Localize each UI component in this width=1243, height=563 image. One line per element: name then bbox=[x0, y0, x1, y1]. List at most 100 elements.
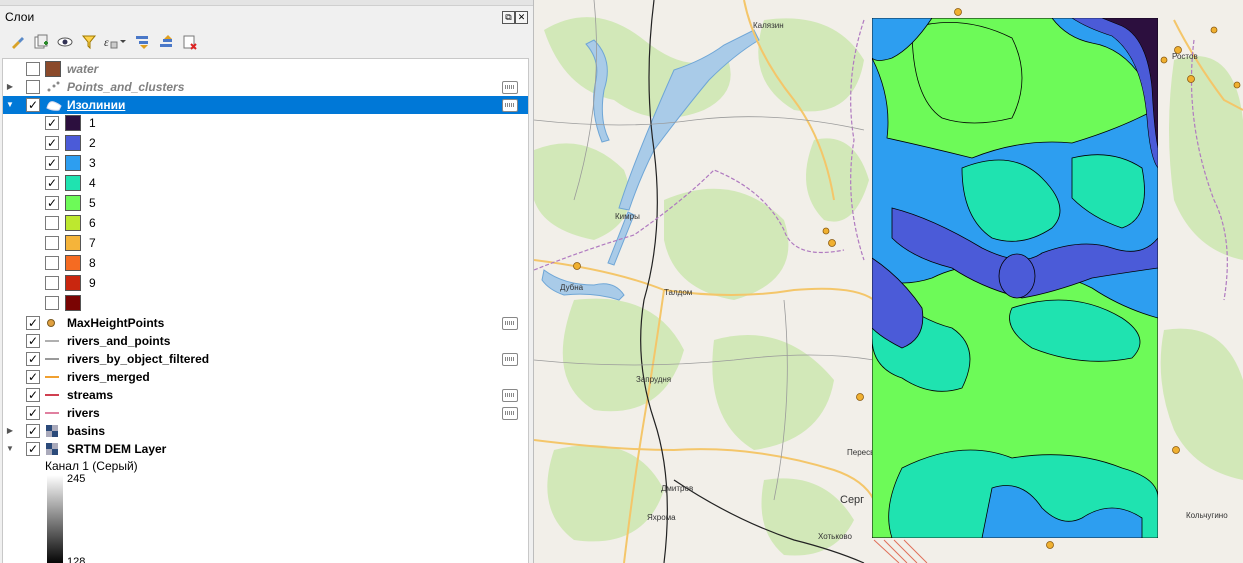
memory-layer-icon[interactable] bbox=[502, 353, 518, 366]
class-checkbox[interactable] bbox=[45, 116, 59, 130]
isoline-class-row[interactable]: 8 bbox=[3, 254, 528, 272]
class-label: 2 bbox=[89, 136, 96, 150]
memory-layer-icon[interactable] bbox=[502, 81, 518, 94]
layer-row-srtm-dem[interactable]: ▼ SRTM DEM Layer bbox=[3, 440, 528, 458]
layer-checkbox[interactable] bbox=[26, 62, 40, 76]
map-label-khotkovo: Хотьково bbox=[818, 532, 852, 541]
layers-panel: Слои ⧉ ✕ ε water ▶ Points_and_clusters ▼… bbox=[0, 0, 534, 563]
isoline-class-row[interactable]: 9 bbox=[3, 274, 528, 292]
map-label-kolchugino: Кольчугино bbox=[1186, 511, 1228, 520]
layer-name: rivers_and_points bbox=[67, 334, 171, 348]
layer-checkbox[interactable] bbox=[26, 316, 40, 330]
class-checkbox[interactable] bbox=[45, 136, 59, 150]
class-label: 4 bbox=[89, 176, 96, 190]
expression-filter-icon[interactable]: ε bbox=[102, 32, 128, 53]
isoline-class-row[interactable]: 5 bbox=[3, 194, 528, 212]
class-checkbox[interactable] bbox=[45, 176, 59, 190]
memory-layer-icon[interactable] bbox=[502, 389, 518, 402]
isoline-class-row[interactable]: 7 bbox=[3, 234, 528, 252]
class-color-swatch bbox=[65, 115, 81, 131]
layer-row-basins[interactable]: ▶ basins bbox=[3, 422, 528, 440]
point-cluster-icon bbox=[47, 81, 60, 92]
map-label-peresvet: Пересв bbox=[847, 448, 875, 457]
layer-checkbox[interactable] bbox=[26, 442, 40, 456]
layer-row-points-and-clusters[interactable]: ▶ Points_and_clusters bbox=[3, 78, 528, 96]
layer-name: water bbox=[67, 62, 99, 76]
layers-toolbar: ε bbox=[6, 31, 200, 53]
grayscale-ramp bbox=[47, 475, 63, 563]
layer-name: Изолинии bbox=[67, 98, 126, 112]
class-label: 5 bbox=[89, 196, 96, 210]
layer-name: rivers_merged bbox=[67, 370, 150, 384]
memory-layer-icon[interactable] bbox=[502, 99, 518, 112]
layer-name: basins bbox=[67, 424, 106, 438]
layer-row-rivers-merged[interactable]: rivers_merged bbox=[3, 368, 528, 386]
add-group-icon[interactable] bbox=[30, 32, 51, 53]
class-checkbox[interactable] bbox=[45, 236, 59, 250]
class-color-swatch bbox=[65, 155, 81, 171]
collapse-all-icon[interactable] bbox=[155, 32, 176, 53]
layer-name: rivers bbox=[67, 406, 100, 420]
class-label: 3 bbox=[89, 156, 96, 170]
layer-row-maxheightpoints[interactable]: MaxHeightPoints bbox=[3, 314, 528, 332]
class-checkbox[interactable] bbox=[45, 216, 59, 230]
panel-top-strip bbox=[0, 0, 533, 6]
expand-arrow-icon[interactable]: ▶ bbox=[5, 422, 15, 440]
close-panel-button[interactable]: ✕ bbox=[515, 11, 528, 24]
layer-checkbox[interactable] bbox=[26, 80, 40, 94]
class-checkbox[interactable] bbox=[45, 296, 59, 310]
layer-checkbox[interactable] bbox=[26, 334, 40, 348]
isoline-class-row[interactable] bbox=[3, 294, 528, 312]
layer-row-rivers[interactable]: rivers bbox=[3, 404, 528, 422]
layer-row-isolines[interactable]: ▼ Изолинии bbox=[3, 96, 528, 114]
isoline-class-row[interactable]: 2 bbox=[3, 134, 528, 152]
layer-checkbox[interactable] bbox=[26, 98, 40, 112]
collapse-arrow-icon[interactable]: ▼ bbox=[5, 96, 15, 114]
ramp-min-label: 128 bbox=[67, 556, 86, 563]
layer-row-streams[interactable]: streams bbox=[3, 386, 528, 404]
layer-row-water[interactable]: water bbox=[3, 60, 528, 78]
layer-row-rivers-and-points[interactable]: rivers_and_points bbox=[3, 332, 528, 350]
memory-layer-icon[interactable] bbox=[502, 317, 518, 330]
layer-row-rivers-by-object-filtered[interactable]: rivers_by_object_filtered bbox=[3, 350, 528, 368]
point-symbol-icon bbox=[47, 319, 55, 327]
map-label-kimry: Кимры bbox=[615, 212, 640, 221]
remove-layer-icon[interactable] bbox=[179, 32, 200, 53]
line-symbol-icon bbox=[45, 358, 59, 360]
style-brush-icon[interactable] bbox=[6, 32, 27, 53]
layers-tree: water ▶ Points_and_clusters ▼ Изолинии 1… bbox=[2, 58, 529, 563]
map-canvas[interactable]: Калязин Ростов Кимры Дубна Талдом Запруд… bbox=[534, 0, 1243, 563]
layer-checkbox[interactable] bbox=[26, 406, 40, 420]
visibility-eye-icon[interactable] bbox=[54, 32, 75, 53]
layer-checkbox[interactable] bbox=[26, 388, 40, 402]
expand-all-icon[interactable] bbox=[131, 32, 152, 53]
filter-icon[interactable] bbox=[78, 32, 99, 53]
collapse-arrow-icon[interactable]: ▼ bbox=[5, 440, 15, 458]
class-checkbox[interactable] bbox=[45, 156, 59, 170]
class-label: 9 bbox=[89, 276, 96, 290]
class-color-swatch bbox=[65, 275, 81, 291]
line-symbol-icon bbox=[45, 394, 59, 396]
isoline-class-row[interactable]: 6 bbox=[3, 214, 528, 232]
isoline-class-row[interactable]: 3 bbox=[3, 154, 528, 172]
expand-arrow-icon[interactable]: ▶ bbox=[5, 78, 15, 96]
class-label: 1 bbox=[89, 116, 96, 130]
isoline-class-row[interactable]: 1 bbox=[3, 114, 528, 132]
layer-checkbox[interactable] bbox=[26, 424, 40, 438]
layer-checkbox[interactable] bbox=[26, 352, 40, 366]
class-checkbox[interactable] bbox=[45, 256, 59, 270]
band-label: Канал 1 (Серый) bbox=[45, 459, 138, 473]
map-label-kalyazin: Калязин bbox=[753, 21, 784, 30]
layer-name: SRTM DEM Layer bbox=[67, 442, 167, 456]
layer-checkbox[interactable] bbox=[26, 370, 40, 384]
layer-name: rivers_by_object_filtered bbox=[67, 352, 210, 366]
class-checkbox[interactable] bbox=[45, 196, 59, 210]
class-color-swatch bbox=[65, 175, 81, 191]
class-checkbox[interactable] bbox=[45, 276, 59, 290]
map-label-taldom: Талдом bbox=[664, 288, 693, 297]
isoline-class-row[interactable]: 4 bbox=[3, 174, 528, 192]
float-panel-button[interactable]: ⧉ bbox=[502, 11, 515, 24]
line-symbol-icon bbox=[45, 412, 59, 414]
panel-title: Слои bbox=[5, 10, 35, 24]
memory-layer-icon[interactable] bbox=[502, 407, 518, 420]
